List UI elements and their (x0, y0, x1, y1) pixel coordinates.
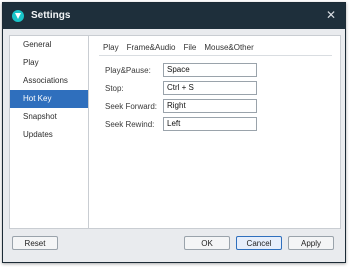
app-logo-icon (11, 9, 25, 23)
settings-window: Settings ✕ General Play Associations Hot… (2, 2, 346, 263)
sidebar-item-updates[interactable]: Updates (10, 126, 88, 144)
tab-frame-audio[interactable]: Frame&Audio (123, 41, 180, 55)
tab-file[interactable]: File (179, 41, 200, 55)
cancel-button[interactable]: Cancel (236, 236, 282, 250)
apply-button[interactable]: Apply (288, 236, 334, 250)
hotkey-row-play-pause: Play&Pause: Space (105, 63, 327, 77)
seek-rewind-label: Seek Rewind: (105, 120, 155, 129)
seek-forward-label: Seek Forward: (105, 102, 158, 111)
tab-play[interactable]: Play (99, 41, 123, 56)
sidebar-item-snapshot[interactable]: Snapshot (10, 108, 88, 126)
seek-rewind-field[interactable]: Left (163, 117, 257, 131)
sidebar-item-associations[interactable]: Associations (10, 72, 88, 90)
play-pause-label: Play&Pause: (105, 66, 151, 75)
hotkey-row-stop: Stop: Ctrl + S (105, 81, 327, 95)
sidebar-item-hot-key[interactable]: Hot Key (10, 90, 88, 108)
hotkey-panel: Play Frame&Audio File Mouse&Other Play&P… (89, 35, 341, 229)
sidebar-item-general[interactable]: General (10, 36, 88, 54)
stop-field[interactable]: Ctrl + S (163, 81, 257, 95)
title-bar: Settings ✕ (3, 3, 345, 29)
hotkey-row-seek-forward: Seek Forward: Right (105, 99, 327, 113)
tab-mouse-other[interactable]: Mouse&Other (200, 41, 257, 55)
play-pause-field[interactable]: Space (163, 63, 257, 77)
reset-button[interactable]: Reset (12, 236, 58, 250)
settings-sidebar: General Play Associations Hot Key Snapsh… (9, 35, 89, 229)
stop-label: Stop: (105, 84, 124, 93)
tab-divider (99, 55, 332, 56)
ok-button[interactable]: OK (184, 236, 230, 250)
hotkey-tabs: Play Frame&Audio File Mouse&Other (99, 41, 258, 56)
sidebar-item-play[interactable]: Play (10, 54, 88, 72)
seek-forward-field[interactable]: Right (163, 99, 257, 113)
window-title: Settings (31, 10, 71, 21)
hotkey-row-seek-rewind: Seek Rewind: Left (105, 117, 327, 131)
close-icon[interactable]: ✕ (323, 7, 339, 23)
